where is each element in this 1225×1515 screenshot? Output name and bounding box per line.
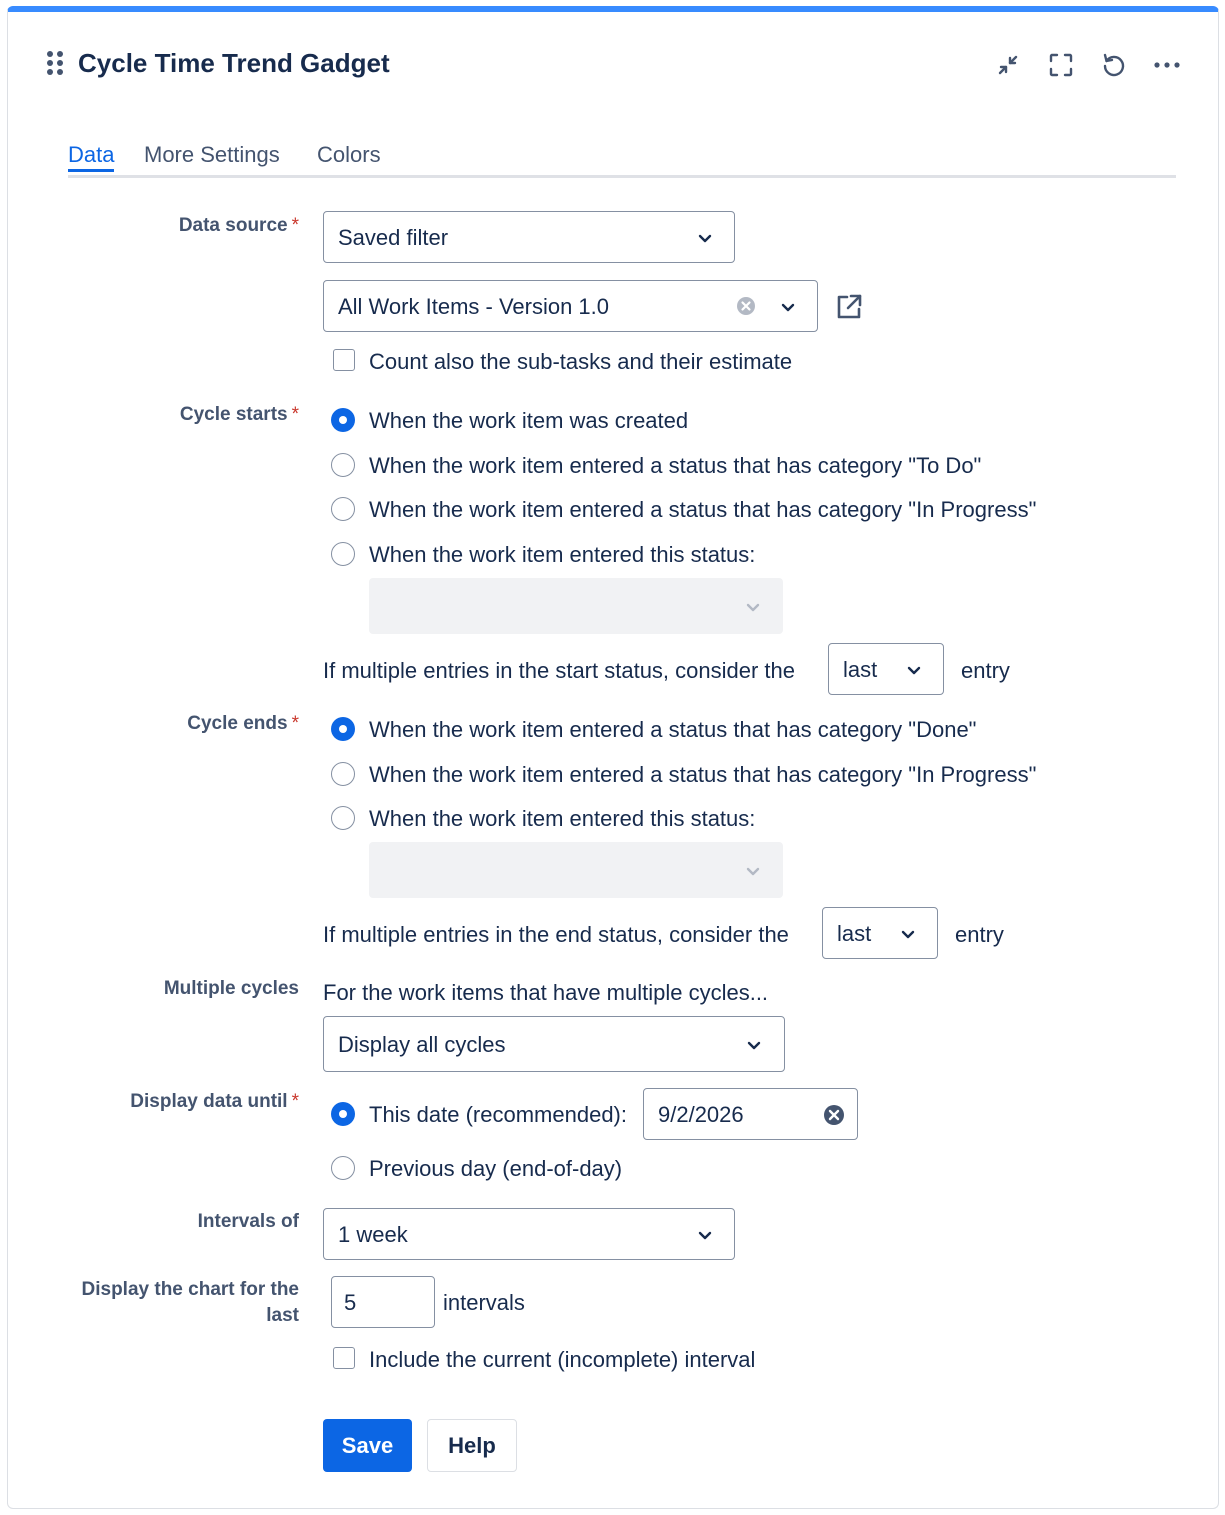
display-until-previous-day-label: Previous day (end-of-day) xyxy=(369,1156,623,1181)
tab-colors[interactable]: Colors xyxy=(317,141,381,169)
required-mark: * xyxy=(291,1091,299,1112)
end-multiple-entries-value: last xyxy=(837,921,872,946)
data-source-type-select[interactable]: Saved filter xyxy=(323,211,735,263)
cycle-end-done-label: When the work item entered a status that… xyxy=(369,717,977,742)
drag-handle-icon[interactable] xyxy=(46,50,64,76)
cycle-end-inprogress-label: When the work item entered a status that… xyxy=(369,762,1037,787)
display-last-label: Display the chart for the last xyxy=(82,1277,300,1329)
chevron-down-icon xyxy=(698,1231,712,1240)
tab-bar: Data More Settings Colors xyxy=(68,137,1176,178)
refresh-icon xyxy=(1103,53,1125,77)
cycle-start-todo-label: When the work item entered a status that… xyxy=(369,453,982,478)
chevron-down-icon xyxy=(747,1041,761,1050)
intervals-count-value: 5 xyxy=(344,1290,357,1315)
cycle-starts-label: Cycle starts * xyxy=(179,404,299,425)
gadget-header: Cycle Time Trend Gadget xyxy=(8,12,1218,112)
more-options-icon xyxy=(1154,62,1180,68)
save-button[interactable]: Save xyxy=(323,1419,412,1472)
subtasks-checkbox[interactable] xyxy=(333,349,355,371)
start-multiple-entries-value: last xyxy=(843,657,878,682)
cycle-start-created-radio[interactable] xyxy=(331,408,355,432)
chevron-down-icon xyxy=(907,666,921,675)
cycle-end-status-label: When the work item entered this status: xyxy=(369,806,756,831)
start-multiple-entries-suffix: entry xyxy=(961,658,1010,683)
display-last-label-line2: last xyxy=(266,1305,299,1326)
gadget-panel: Cycle Time Trend Gadget Data More Settin… xyxy=(7,6,1219,1509)
data-source-type-value: Saved filter xyxy=(338,225,449,250)
minimize-icon xyxy=(998,55,1018,75)
display-until-date-label: This date (recommended): xyxy=(369,1102,627,1127)
cycle-end-inprogress-radio[interactable] xyxy=(331,762,355,786)
more-options-button[interactable] xyxy=(1150,48,1184,82)
multiple-cycles-description: For the work items that have multiple cy… xyxy=(323,980,769,1005)
display-until-date-value: 9/2/2026 xyxy=(658,1102,744,1127)
subtasks-label: Count also the sub-tasks and their estim… xyxy=(369,349,793,374)
end-multiple-entries-text: If multiple entries in the end status, c… xyxy=(323,922,789,947)
saved-filter-value: All Work Items - Version 1.0 xyxy=(338,294,610,319)
cycle-end-done-radio[interactable] xyxy=(331,717,355,741)
fullscreen-icon xyxy=(1049,53,1073,77)
chevron-down-icon xyxy=(746,867,760,876)
intervals-of-value: 1 week xyxy=(338,1222,408,1247)
cycle-start-created-label: When the work item was created xyxy=(369,408,689,433)
end-multiple-entries-select[interactable]: last xyxy=(822,907,938,959)
cycle-end-status-radio[interactable] xyxy=(331,806,355,830)
tab-more-settings[interactable]: More Settings xyxy=(144,141,280,169)
cycle-end-status-select xyxy=(369,842,783,898)
display-until-date-radio[interactable] xyxy=(331,1102,355,1126)
multiple-cycles-label: Multiple cycles xyxy=(163,978,299,999)
saved-filter-select[interactable]: All Work Items - Version 1.0 xyxy=(323,280,818,332)
display-until-label: Display data until * xyxy=(130,1091,299,1112)
cycle-start-inprogress-label: When the work item entered a status that… xyxy=(369,497,1037,522)
cycle-start-inprogress-radio[interactable] xyxy=(331,497,355,521)
include-current-checkbox[interactable] xyxy=(333,1347,355,1369)
required-mark: * xyxy=(291,215,299,236)
chevron-down-icon xyxy=(698,234,712,243)
include-current-label: Include the current (incomplete) interva… xyxy=(369,1347,756,1372)
chevron-down-icon xyxy=(781,303,795,312)
cycle-start-status-radio[interactable] xyxy=(331,542,355,566)
start-multiple-entries-select[interactable]: last xyxy=(828,643,944,695)
open-external-icon[interactable] xyxy=(835,293,863,321)
refresh-button[interactable] xyxy=(1097,48,1131,82)
clear-date-icon[interactable] xyxy=(823,1104,845,1126)
display-until-previous-day-radio[interactable] xyxy=(331,1156,355,1180)
help-button[interactable]: Help xyxy=(427,1419,517,1472)
cycle-start-todo-radio[interactable] xyxy=(331,453,355,477)
data-source-label: Data source * xyxy=(178,215,299,236)
display-last-label-line1: Display the chart for the xyxy=(81,1279,300,1300)
start-multiple-entries-text: If multiple entries in the start status,… xyxy=(323,658,796,683)
intervals-count-input[interactable]: 5 xyxy=(331,1276,435,1328)
minimize-button[interactable] xyxy=(991,48,1025,82)
chevron-down-icon xyxy=(901,930,915,939)
gadget-title: Cycle Time Trend Gadget xyxy=(78,48,390,78)
tab-data[interactable]: Data xyxy=(68,141,115,172)
required-mark: * xyxy=(291,713,299,734)
cycle-start-status-select xyxy=(369,578,783,634)
display-until-date-input[interactable]: 9/2/2026 xyxy=(643,1088,858,1140)
intervals-suffix: intervals xyxy=(443,1290,525,1315)
intervals-of-label: Intervals of xyxy=(197,1211,299,1232)
end-multiple-entries-suffix: entry xyxy=(955,922,1004,947)
tab-active-indicator xyxy=(68,169,115,172)
fullscreen-button[interactable] xyxy=(1044,48,1078,82)
tab-data-label: Data xyxy=(68,142,115,167)
chevron-down-icon xyxy=(746,603,760,612)
required-mark: * xyxy=(291,404,299,425)
multiple-cycles-value: Display all cycles xyxy=(338,1032,506,1057)
cycle-start-status-label: When the work item entered this status: xyxy=(369,542,756,567)
clear-icon[interactable] xyxy=(736,296,756,316)
intervals-of-select[interactable]: 1 week xyxy=(323,1208,735,1260)
cycle-ends-label: Cycle ends * xyxy=(187,713,299,734)
multiple-cycles-select[interactable]: Display all cycles xyxy=(323,1016,785,1072)
